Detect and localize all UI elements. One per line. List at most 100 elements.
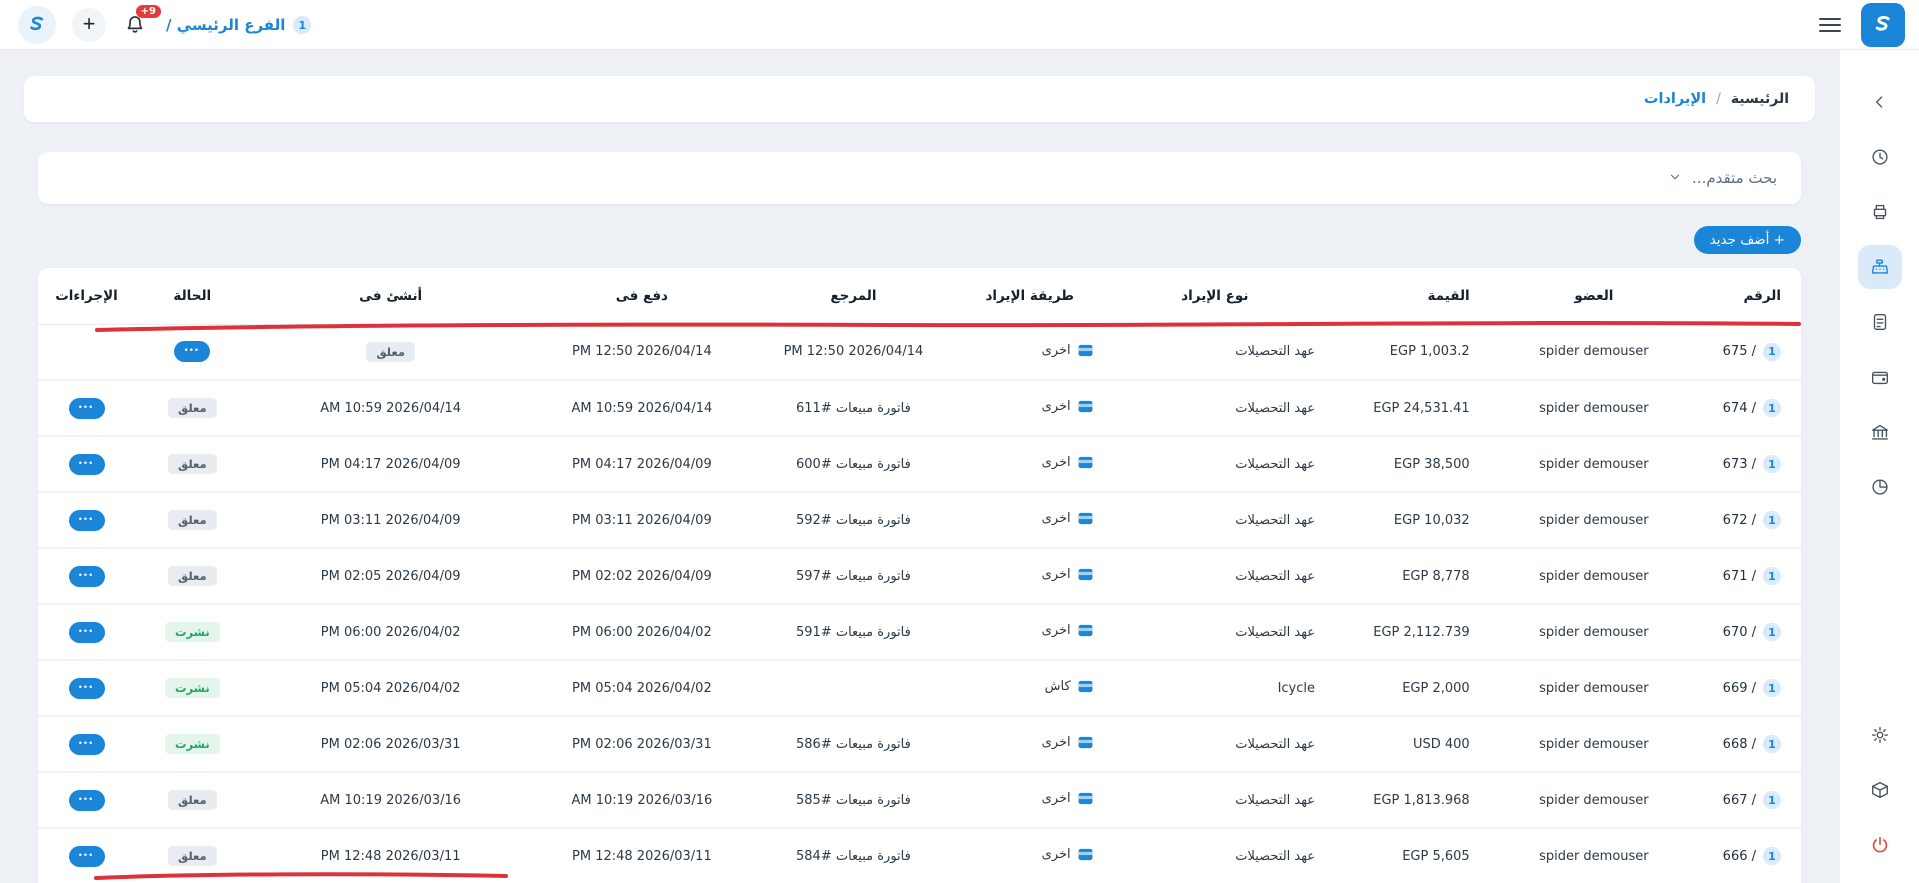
cell-text: AM 10:19 2026/03/16 xyxy=(320,793,461,808)
sidebar-item-invoices[interactable] xyxy=(1858,300,1902,344)
cell-text: فاتورة مبيعات #611 xyxy=(796,401,911,416)
row-actions-button[interactable]: ••• xyxy=(69,398,105,419)
cell-text: EGP 2,000 xyxy=(1402,681,1469,696)
status-badge: معلق xyxy=(168,790,217,810)
cell-created-at: PM 02:05 2026/04/09 xyxy=(250,548,532,604)
payment-method-label: اخرى xyxy=(1042,399,1071,414)
cell-reference: فاتورة مبيعات #586 xyxy=(752,716,955,772)
cell-value: EGP 24,531.41 xyxy=(1325,380,1484,436)
cell-revenue-type: عهد التحصيلات xyxy=(1105,548,1325,604)
cell-value: EGP 2,000 xyxy=(1325,660,1484,716)
cell-payment-method: اخرى xyxy=(955,492,1105,548)
sidebar-item-packages[interactable] xyxy=(1858,768,1902,812)
cell-number: 669 /1 xyxy=(1704,660,1801,716)
branch-selector[interactable]: 1 الفرع الرئيسي / xyxy=(166,16,311,34)
add-new-button[interactable]: + أضف جديد xyxy=(1694,226,1801,254)
row-actions-button[interactable]: ••• xyxy=(69,678,105,699)
row-actions-button[interactable]: ••• xyxy=(69,790,105,811)
sidebar-item-reports[interactable] xyxy=(1858,465,1902,509)
row-actions-button[interactable]: ••• xyxy=(69,510,105,531)
cell-number: 667 /1 xyxy=(1704,772,1801,828)
table-row: 670 /1spider demouserEGP 2,112.739عهد ال… xyxy=(38,604,1801,660)
cell-created-at: PM 04:17 2026/04/09 xyxy=(250,436,532,492)
cell-number: 668 /1 xyxy=(1704,716,1801,772)
table-row: 674 /1spider demouserEGP 24,531.41عهد ال… xyxy=(38,380,1801,436)
cell-number: 666 /1 xyxy=(1704,828,1801,883)
col-header-paid-at: دفع فى xyxy=(532,268,752,324)
branch-badge: 1 xyxy=(1763,623,1781,641)
cell-actions: ••• xyxy=(38,716,135,772)
cell-actions xyxy=(38,324,135,380)
row-number: 673 / xyxy=(1723,457,1756,472)
cell-text: spider demouser xyxy=(1539,513,1649,528)
sidebar-item-wallet[interactable] xyxy=(1858,355,1902,399)
row-actions-button[interactable]: ••• xyxy=(69,566,105,587)
cell-actions: ••• xyxy=(38,548,135,604)
advanced-search[interactable]: بحث متقدم... xyxy=(38,152,1801,204)
logout-button[interactable] xyxy=(1858,823,1902,867)
cell-revenue-type: عهد التحصيلات xyxy=(1105,772,1325,828)
cell-text: عهد التحصيلات xyxy=(1235,513,1315,528)
cell-text: عهد التحصيلات xyxy=(1235,344,1315,359)
cell-text: PM 12:50 2026/04/14 xyxy=(572,344,712,359)
cell-paid-at: PM 02:06 2026/03/31 xyxy=(532,716,752,772)
cell-text: عهد التحصيلات xyxy=(1235,793,1315,808)
branch-badge: 1 xyxy=(1763,791,1781,809)
row-number: 675 / xyxy=(1723,344,1756,359)
sidebar-item-printer[interactable] xyxy=(1858,190,1902,234)
sidebar-collapse-button[interactable] xyxy=(1858,80,1902,124)
menu-toggle-button[interactable] xyxy=(1819,18,1841,32)
cell-payment-method: اخرى xyxy=(955,604,1105,660)
cell-value: EGP 5,605 xyxy=(1325,828,1484,883)
cell-status: معلق xyxy=(135,828,250,883)
cell-text: AM 10:59 2026/04/14 xyxy=(320,401,461,416)
branch-badge: 1 xyxy=(1763,567,1781,585)
row-number: 672 / xyxy=(1723,513,1756,528)
row-number: 666 / xyxy=(1723,849,1756,864)
row-actions-button[interactable]: ••• xyxy=(69,454,105,475)
cell-text: EGP 38,500 xyxy=(1394,457,1470,472)
cell-member: spider demouser xyxy=(1484,660,1704,716)
payment-wallet-icon xyxy=(1078,456,1093,469)
cell-payment-method: كاش xyxy=(955,660,1105,716)
col-header-actions: الإجراءات xyxy=(38,268,135,324)
cell-text: PM 04:17 2026/04/09 xyxy=(321,457,461,472)
sidebar-item-settings[interactable] xyxy=(1858,713,1902,757)
cell-value: EGP 1,003.2 xyxy=(1325,324,1484,380)
breadcrumb-separator: / xyxy=(1716,91,1721,107)
cell-created-at: AM 10:19 2026/03/16 xyxy=(250,772,532,828)
sidebar-item-history[interactable] xyxy=(1858,135,1902,179)
cell-text: PM 02:06 2026/03/31 xyxy=(572,737,712,752)
payment-wallet-icon xyxy=(1078,680,1093,693)
chevron-down-icon xyxy=(1668,169,1682,188)
cell-reference xyxy=(752,660,955,716)
cell-text: فاتورة مبيعات #592 xyxy=(796,513,911,528)
cell-text: فاتورة مبيعات #586 xyxy=(796,737,911,752)
brand-logo[interactable] xyxy=(1861,3,1905,47)
cell-payment-method: اخرى xyxy=(955,380,1105,436)
row-actions-button[interactable]: ••• xyxy=(69,622,105,643)
notifications-button[interactable]: +9 xyxy=(122,11,150,39)
notification-count-badge: +9 xyxy=(136,5,161,18)
row-actions-button[interactable]: ••• xyxy=(174,341,210,362)
sidebar-item-bank[interactable] xyxy=(1858,410,1902,454)
sidebar-item-revenues[interactable] xyxy=(1858,245,1902,289)
branch-label: الفرع الرئيسي / xyxy=(166,16,285,34)
cell-text: EGP 1,003.2 xyxy=(1390,344,1470,359)
cell-text: spider demouser xyxy=(1539,849,1649,864)
breadcrumb-home[interactable]: الرئيسية xyxy=(1731,91,1789,107)
cell-text: فاتورة مبيعات #591 xyxy=(796,625,911,640)
row-actions-button[interactable]: ••• xyxy=(69,846,105,867)
status-badge: معلق xyxy=(168,566,217,586)
app-logo[interactable] xyxy=(18,6,56,44)
col-header-number: الرقم xyxy=(1704,268,1801,324)
breadcrumb: الرئيسية / الإيرادات xyxy=(24,76,1815,122)
branch-badge: 1 xyxy=(1763,455,1781,473)
cell-status: ••• xyxy=(135,324,250,380)
cell-text: عهد التحصيلات xyxy=(1235,625,1315,640)
row-actions-button[interactable]: ••• xyxy=(69,734,105,755)
table-actions-row: + أضف جديد xyxy=(38,226,1801,254)
add-quick-button[interactable]: + xyxy=(72,8,106,42)
cell-actions: ••• xyxy=(38,660,135,716)
cell-actions: ••• xyxy=(38,436,135,492)
